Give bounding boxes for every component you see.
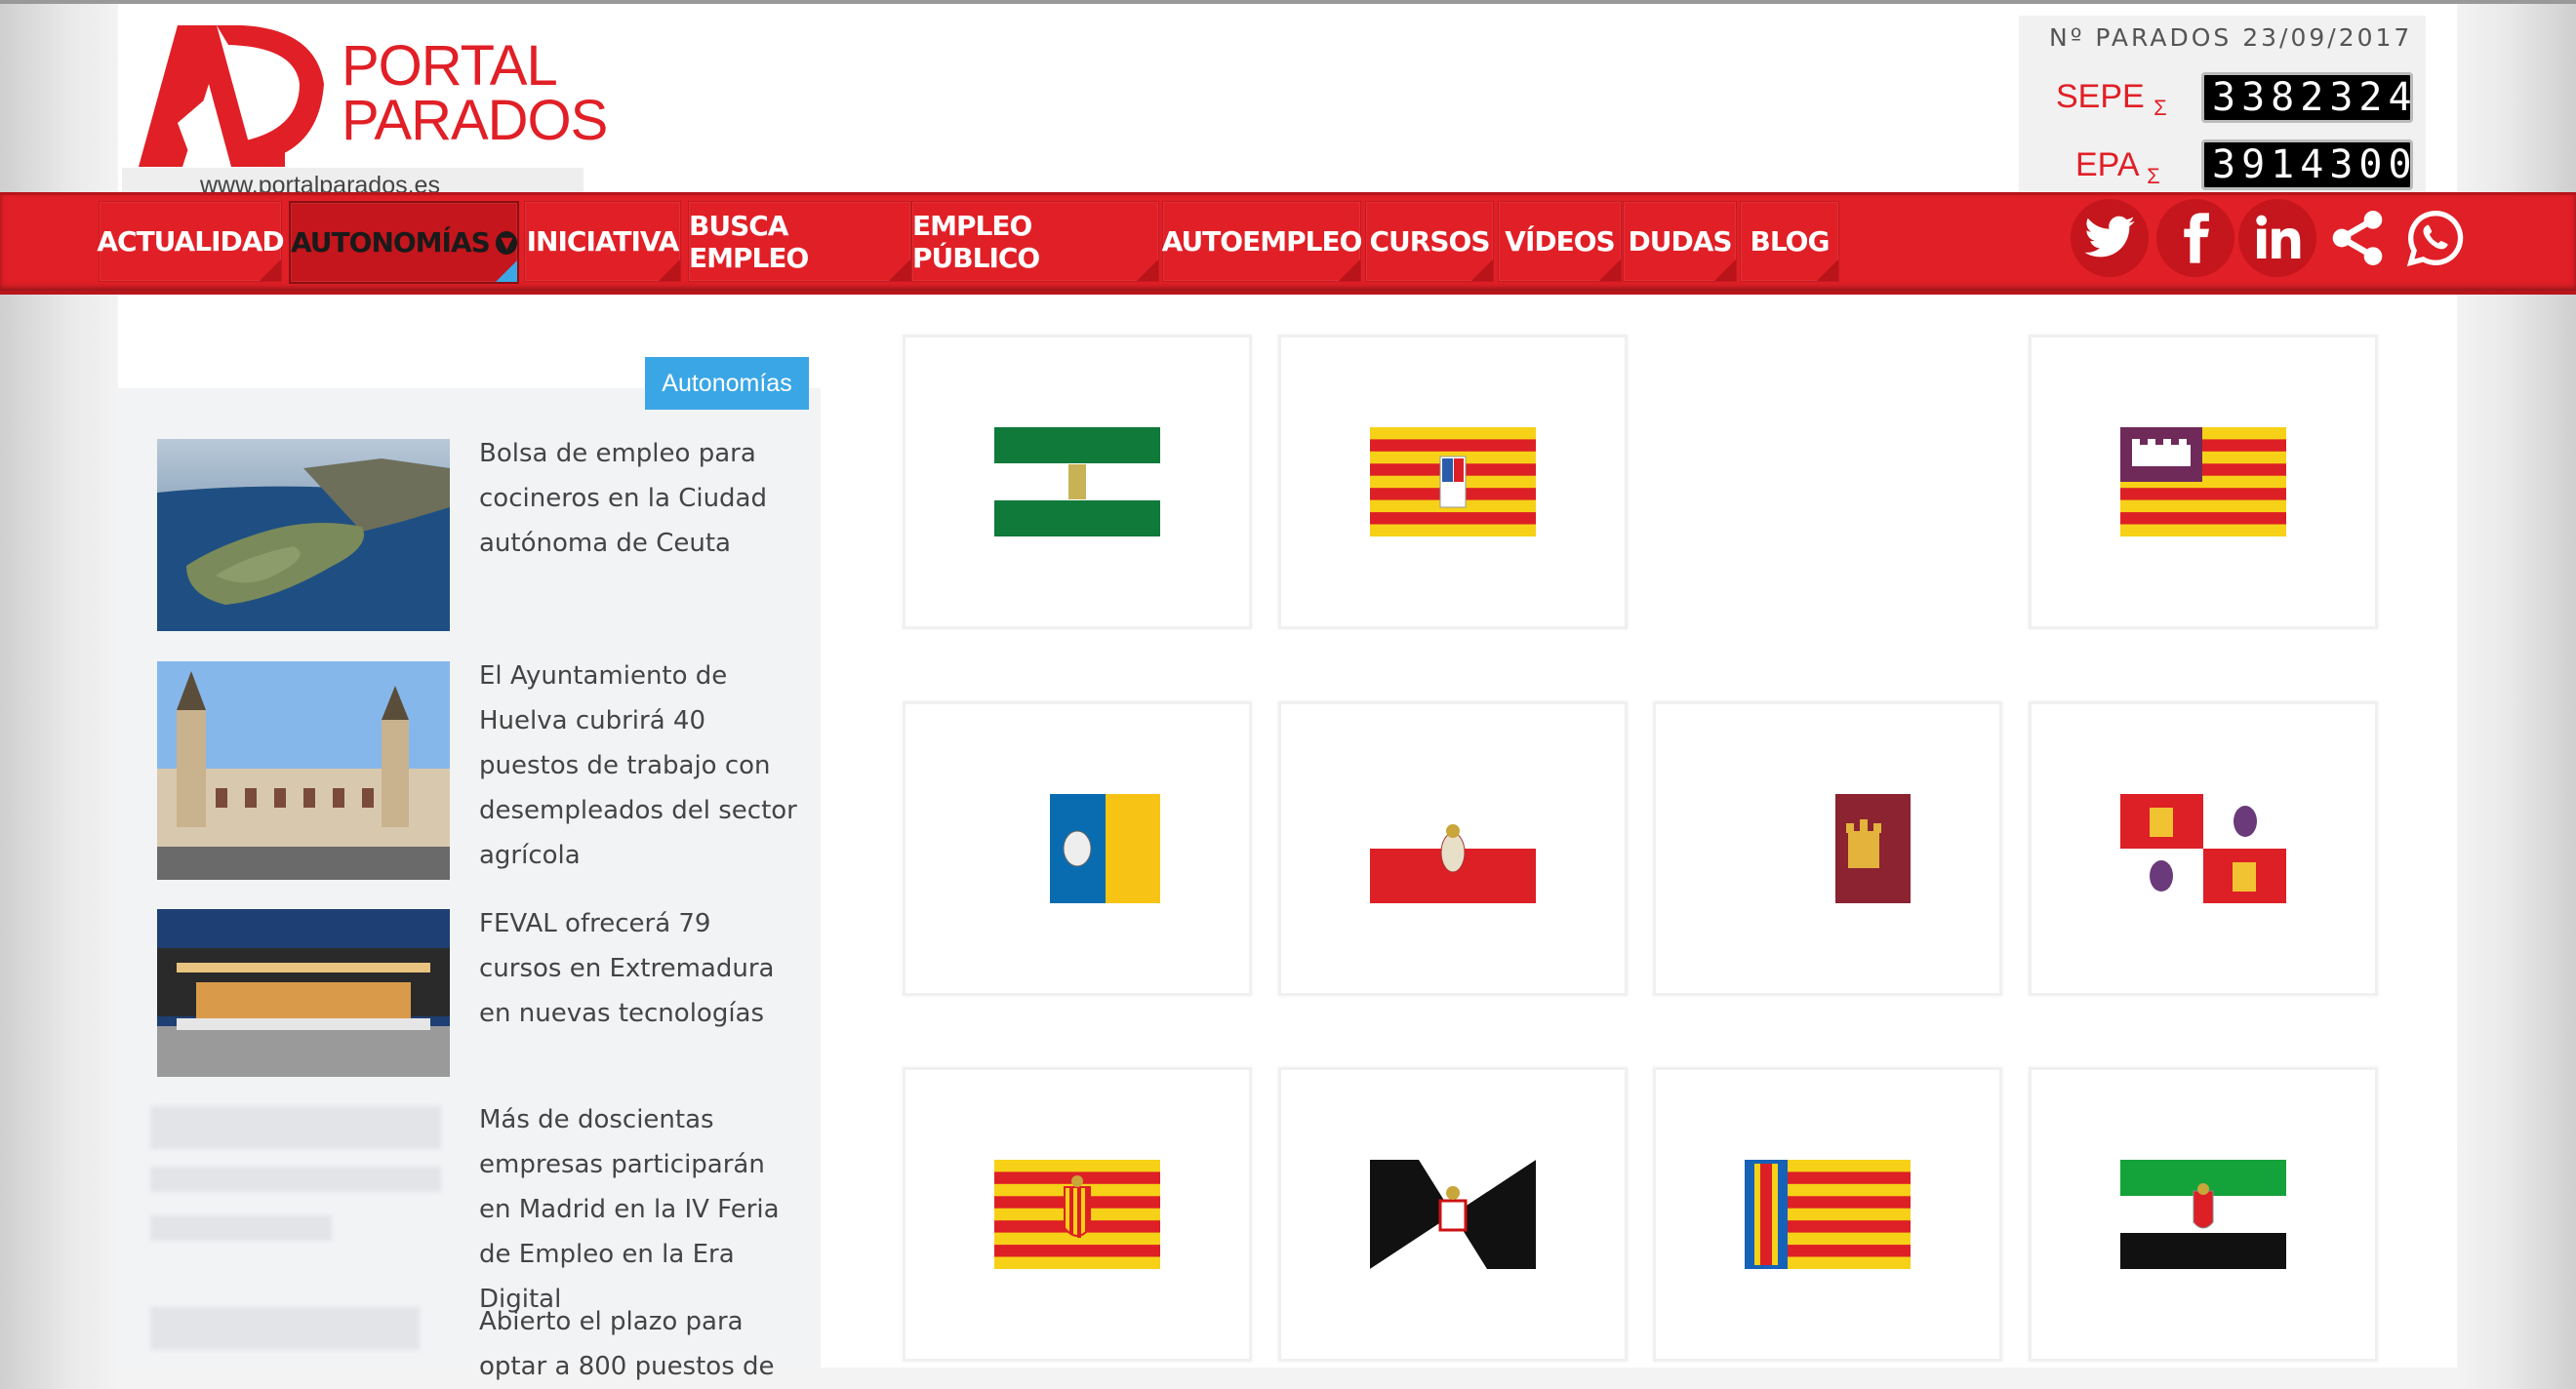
sepe-value: 3382324 [2201, 72, 2413, 123]
counter-date: 23/09/2017 [2242, 23, 2413, 52]
twitter-icon[interactable] [2071, 199, 2149, 277]
whatsapp-icon[interactable] [2396, 199, 2475, 277]
post-title[interactable]: El Ayuntamiento de Huelva cubrirá 40 pue… [479, 654, 801, 878]
sepe-label: SEPE Σ [2056, 78, 2167, 121]
nav-item-actualidad[interactable]: ACTUALIDAD [97, 201, 285, 282]
epa-label-text: EPA [2075, 146, 2138, 183]
post-thumbnail-placeholder [150, 1307, 420, 1350]
nav-label: BLOG [1750, 225, 1831, 258]
cataluna-flag-card[interactable] [903, 1067, 1252, 1362]
nav-label: DUDAS [1628, 225, 1732, 258]
aragon-flag [1370, 427, 1536, 536]
nav-item-blog[interactable]: BLOG [1740, 201, 1839, 282]
cataluna-flag [994, 1160, 1160, 1269]
ceuta-flag [1370, 1160, 1536, 1269]
post-thumbnail-placeholder [150, 1167, 441, 1192]
nav-item-cursos[interactable]: CURSOS [1365, 201, 1494, 282]
nav-item-empleo-publico[interactable]: EMPLEO PÚBLICO [911, 201, 1159, 282]
castilla-la-mancha-flag [1835, 794, 1911, 903]
post-title[interactable]: FEVAL ofrecerá 79 cursos en Extremadura … [479, 901, 801, 1036]
linkedin-icon-bg [2238, 199, 2316, 277]
andalucia-flag-card[interactable] [903, 335, 1252, 629]
nav-label: AUTOEMPLEO [1161, 225, 1363, 258]
share-icon[interactable] [2318, 199, 2396, 277]
nav-label: INICIATIVA [526, 225, 680, 258]
sepe-label-text: SEPE [2056, 78, 2145, 115]
valencia-flag-card[interactable] [1653, 1067, 2002, 1362]
valencia-flag [1745, 1160, 1911, 1269]
post-title[interactable]: Bolsa de empleo para cocineros en la Ciu… [479, 431, 801, 566]
sidebar-tab-autonomias[interactable]: Autonomías [645, 357, 809, 410]
post-title[interactable]: Más de doscientas empresas participarán … [479, 1097, 801, 1322]
nav-label: CURSOS [1369, 225, 1491, 258]
castilla-la-mancha-flag-card[interactable] [1653, 701, 2002, 996]
brand-line-2: PARADOS [342, 89, 608, 152]
andalucia-flag [994, 427, 1160, 536]
nav-item-autoempleo[interactable]: AUTOEMPLEO [1161, 201, 1363, 282]
nav-label: EMPLEO PÚBLICO [912, 209, 1040, 274]
baleares-flag [2120, 427, 2286, 536]
post-thumbnail[interactable] [157, 909, 450, 1077]
sigma-symbol: Σ [2147, 163, 2160, 188]
twitter-icon-bg [2071, 199, 2149, 277]
nav-item-autonomias[interactable]: AUTONOMÍAS ▼ [289, 201, 519, 284]
nav-label: VÍDEOS [1505, 225, 1615, 258]
canarias-flag-card[interactable] [903, 701, 1252, 996]
nav-label: ACTUALIDAD [97, 225, 284, 258]
post-title[interactable]: Abierto el plazo para optar a 800 puesto… [479, 1299, 801, 1389]
counter-title-label: Nº PARADOS [2049, 23, 2233, 52]
post-thumbnail[interactable] [157, 661, 450, 880]
extremadura-flag-card[interactable] [2029, 1067, 2378, 1362]
castilla-y-leon-flag [2120, 794, 2286, 903]
canarias-flag [1050, 794, 1160, 903]
nav-label: AUTONOMÍAS [291, 226, 491, 258]
nav-item-videos[interactable]: VÍDEOS [1498, 201, 1622, 282]
facebook-icon[interactable] [2156, 199, 2234, 277]
cantabria-flag-card[interactable] [1278, 701, 1628, 996]
nav-item-busca-empleo[interactable]: BUSCA EMPLEO [688, 201, 911, 282]
sigma-symbol: Σ [2153, 95, 2167, 120]
brand-name[interactable]: PORTAL PARADOS [342, 34, 608, 152]
ceuta-flag-card[interactable] [1278, 1067, 1628, 1362]
linkedin-icon[interactable] [2238, 199, 2316, 277]
epa-value: 3914300 [2201, 139, 2413, 190]
nav-item-dudas[interactable]: DUDAS [1623, 201, 1737, 282]
nav-item-iniciativa[interactable]: INICIATIVA [524, 201, 681, 282]
aragon-flag-card[interactable] [1278, 335, 1628, 629]
cantabria-flag [1370, 824, 1536, 903]
nav-label: BUSCA EMPLEO [689, 209, 809, 274]
brand-line-1: PORTAL [342, 34, 558, 98]
post-thumbnail-placeholder [150, 1215, 332, 1241]
post-thumbnail[interactable] [157, 439, 450, 631]
castilla-y-leon-flag-card[interactable] [2029, 701, 2378, 996]
facebook-icon-bg [2156, 199, 2234, 277]
post-thumbnail-placeholder [150, 1106, 441, 1149]
extremadura-flag [2120, 1160, 2286, 1269]
baleares-flag-card[interactable] [2029, 335, 2378, 629]
epa-label: EPA Σ [2075, 146, 2160, 189]
counter-title: Nº PARADOS 23/09/2017 [2049, 23, 2412, 52]
chevron-down-icon: ▼ [495, 230, 517, 255]
